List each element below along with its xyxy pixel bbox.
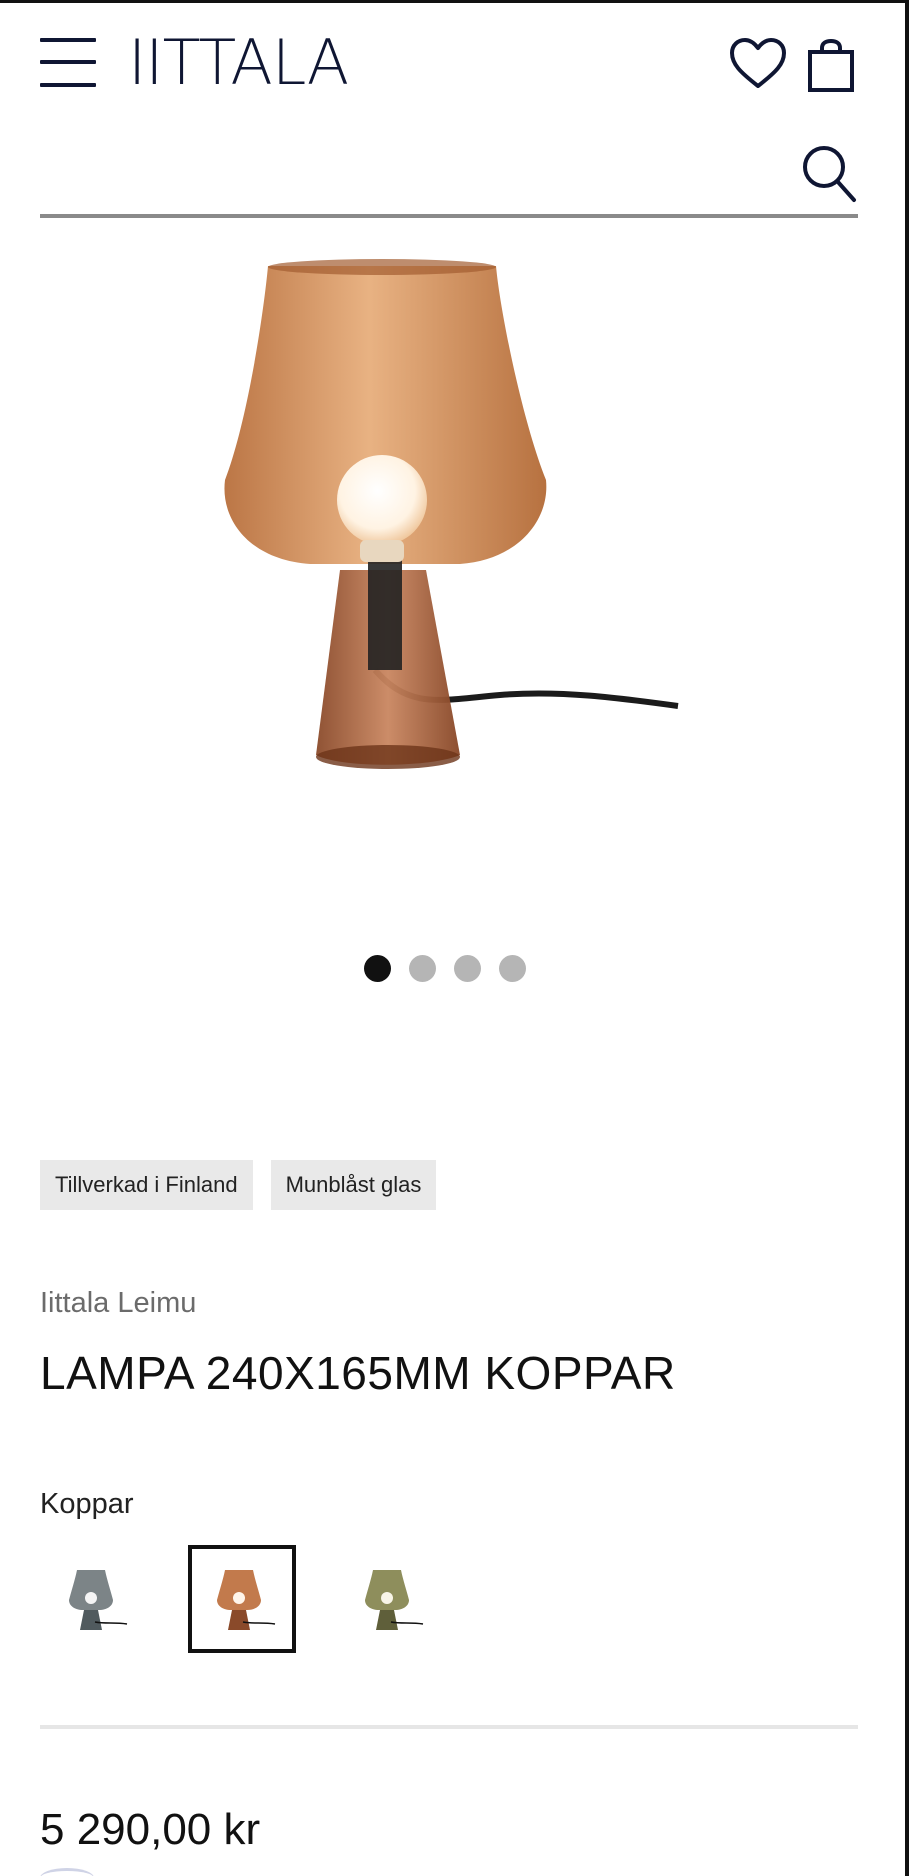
- section-divider: [40, 1725, 858, 1729]
- carousel-dots: [0, 955, 905, 983]
- carousel-dot-3[interactable]: [454, 955, 481, 982]
- iittala-logo[interactable]: IITTALA: [128, 30, 349, 96]
- tag-mouth-blown-glass: Munblåst glas: [270, 1160, 437, 1210]
- swatch-copper[interactable]: [188, 1545, 296, 1653]
- search-bar: [40, 135, 858, 219]
- search-icon[interactable]: [800, 143, 858, 205]
- feature-tags: Tillverkad i Finland Munblåst glas: [40, 1160, 437, 1210]
- product-brand[interactable]: Iittala Leimu: [40, 1287, 196, 1320]
- shopping-bag-icon[interactable]: [806, 38, 856, 94]
- product-image[interactable]: [200, 250, 700, 780]
- carousel-dot-1[interactable]: [364, 955, 391, 982]
- menu-icon[interactable]: [40, 38, 96, 88]
- tag-made-in-finland: Tillverkad i Finland: [40, 1160, 253, 1210]
- color-swatches: [40, 1545, 444, 1653]
- search-underline: [40, 214, 858, 218]
- window-right-border: [905, 0, 909, 1876]
- swatch-moss-green[interactable]: [336, 1545, 444, 1653]
- carousel-dot-2[interactable]: [409, 955, 436, 982]
- heart-icon[interactable]: [728, 36, 788, 92]
- swatch-grey[interactable]: [40, 1545, 148, 1653]
- header: IITTALA: [0, 0, 905, 130]
- chat-widget-edge[interactable]: [40, 1868, 94, 1876]
- selected-color-label: Koppar: [40, 1488, 134, 1520]
- carousel-dot-4[interactable]: [499, 955, 526, 982]
- product-title: LAMPA 240X165MM KOPPAR: [40, 1347, 676, 1399]
- product-price: 5 290,00 kr: [40, 1805, 261, 1854]
- search-input[interactable]: [40, 135, 800, 215]
